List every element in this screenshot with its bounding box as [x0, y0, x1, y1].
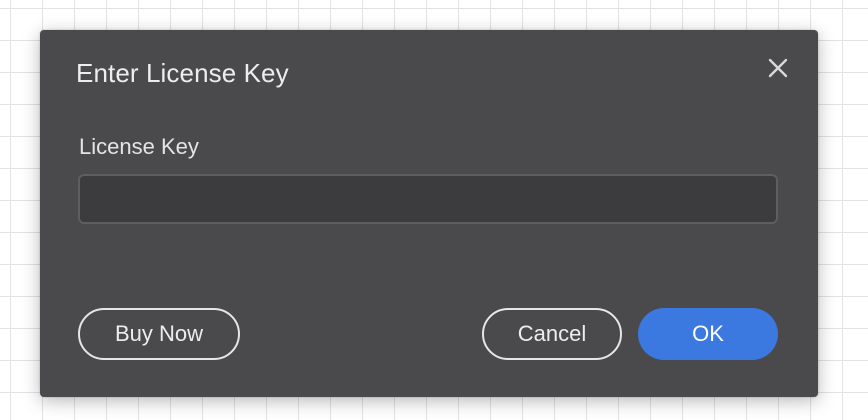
close-button[interactable]: [764, 54, 792, 82]
dialog-title: Enter License Key: [76, 58, 289, 88]
license-key-input[interactable]: [78, 174, 778, 224]
close-icon: [768, 58, 788, 78]
ok-button[interactable]: OK: [638, 308, 778, 360]
license-key-label: License Key: [79, 134, 199, 159]
license-key-dialog: Enter License Key License Key Buy Now Ca…: [40, 30, 818, 397]
cancel-button[interactable]: Cancel: [482, 308, 622, 360]
buy-now-button[interactable]: Buy Now: [78, 308, 240, 360]
